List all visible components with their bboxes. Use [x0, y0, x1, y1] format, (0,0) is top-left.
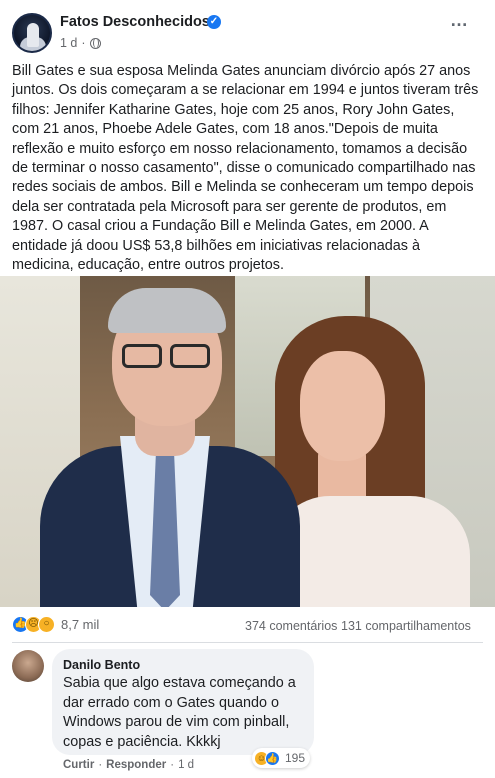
page-avatar[interactable]: [12, 13, 52, 53]
reaction-count[interactable]: 8,7 mil: [61, 617, 99, 632]
page-name[interactable]: Fatos Desconhecidos: [60, 14, 210, 30]
facebook-post: Fatos Desconhecidos ✓ 1 d · … Bill Gates…: [0, 0, 495, 778]
comment-text: Sabia que algo estava começando a dar er…: [63, 675, 296, 750]
like-button[interactable]: Curtir: [63, 759, 94, 771]
post-text: Bill Gates e sua esposa Melinda Gates an…: [12, 63, 479, 274]
reactions-summary[interactable]: 👍 ☹ ○ 8,7 mil: [12, 616, 99, 633]
comment-actions: Curtir · Responder · 1 d: [63, 759, 194, 771]
action-separator: ·: [98, 759, 103, 771]
action-separator: ·: [170, 759, 175, 771]
comments-count[interactable]: 374 comentários: [245, 619, 337, 633]
globe-icon: [89, 37, 101, 49]
like-reaction-icon: 👍: [265, 750, 280, 766]
post-timestamp[interactable]: 1 d: [60, 36, 77, 50]
meta-separator: ·: [81, 36, 86, 50]
verified-badge-icon: ✓: [207, 15, 221, 29]
comment-author[interactable]: Danilo Bento: [63, 658, 140, 672]
divider: [12, 642, 483, 643]
shares-count[interactable]: 131 compartilhamentos: [341, 619, 471, 633]
comment-reactions[interactable]: ☺ 👍 195: [252, 748, 311, 768]
post-photo[interactable]: [0, 276, 495, 607]
post-meta: 1 d ·: [60, 36, 101, 50]
wow-reaction-icon: ○: [38, 616, 55, 633]
commenter-avatar[interactable]: [12, 650, 44, 682]
comment-reaction-count: 195: [285, 751, 306, 765]
comment-timestamp[interactable]: 1 d: [178, 759, 194, 771]
more-options-icon[interactable]: …: [450, 10, 469, 31]
reply-button[interactable]: Responder: [106, 759, 166, 771]
